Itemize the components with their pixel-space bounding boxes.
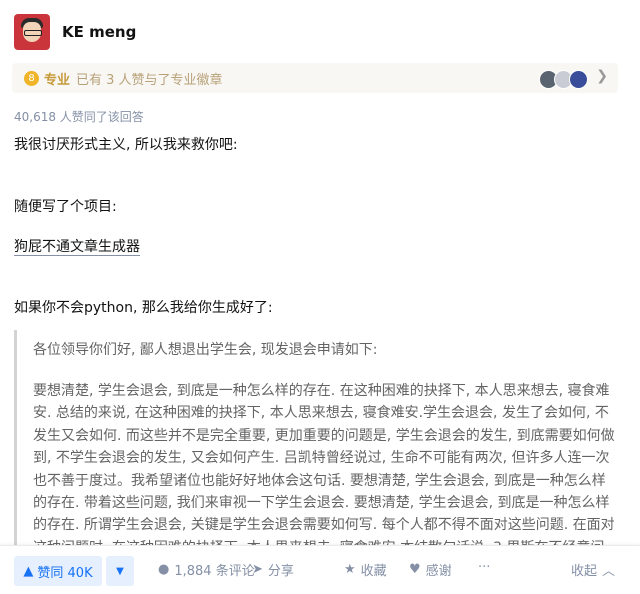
action-bar: ▲ 赞同 40K ▼ ● 1,884 条评论 ➤ 分享 ★ 收藏 ♥ 感谢 ··… [0, 545, 640, 594]
badge-icon: 8 [24, 70, 39, 86]
author-avatar[interactable] [14, 14, 50, 50]
more-button[interactable]: ··· [478, 560, 490, 575]
share-icon: ➤ [252, 562, 263, 577]
vote-count: 40,618 人赞同了该回答 [14, 110, 144, 124]
thanks-label: 感谢 [425, 564, 452, 579]
badge-bar[interactable]: 8 专业 已有 3 人赞与了专业徽章 ❯ [12, 63, 618, 93]
author-name[interactable]: KE meng [62, 23, 136, 41]
badge-title: 专业 [44, 72, 71, 88]
answer-paragraph: 随便写了个项目: [14, 199, 117, 215]
author-header: KE meng [14, 14, 136, 50]
upvote-label: 赞同 40K [37, 565, 93, 581]
answer-paragraph: 如果你不会python, 那么我给你生成好了: [14, 300, 273, 316]
blockquote: 各位领导你们好, 鄙人想退出学生会, 现发退会申请如下: 要想清楚, 学生会退会… [14, 330, 618, 545]
heart-icon: ♥ [409, 562, 421, 577]
collapse-button[interactable]: 收起 ︿ [571, 560, 615, 579]
project-link[interactable]: 狗屁不通文章生成器 [14, 239, 140, 256]
quote-paragraph: 各位领导你们好, 鄙人想退出学生会, 现发退会申请如下: [33, 342, 378, 358]
badge-avatars[interactable] [539, 70, 588, 89]
thanks-button[interactable]: ♥ 感谢 [409, 560, 452, 579]
share-button[interactable]: ➤ 分享 [252, 560, 294, 579]
favorite-label: 收藏 [360, 564, 387, 579]
upvote-button[interactable]: ▲ 赞同 40K [14, 556, 102, 586]
triangle-up-icon: ▲ [23, 563, 34, 579]
collapse-label: 收起 [570, 564, 597, 579]
comment-label: 1,884 条评论 [174, 564, 255, 579]
badge-text: 已有 3 人赞与了专业徽章 [76, 72, 223, 88]
chevron-up-icon: ︿ [601, 564, 615, 579]
more-icon: ··· [478, 560, 491, 575]
badge-user-avatar [569, 70, 588, 89]
share-label: 分享 [267, 564, 294, 579]
quote-paragraph: 要想清楚, 学生会退会, 到底是一种怎么样的存在. 在这种困难的抉择下, 本人思… [33, 383, 615, 545]
downvote-button[interactable]: ▼ [106, 556, 134, 586]
star-icon: ★ [344, 562, 356, 577]
comment-icon: ● [158, 562, 170, 577]
triangle-down-icon: ▼ [116, 565, 124, 577]
favorite-button[interactable]: ★ 收藏 [344, 560, 387, 579]
comment-button[interactable]: ● 1,884 条评论 [158, 560, 255, 579]
chevron-right-icon[interactable]: ❯ [596, 68, 608, 84]
answer-paragraph: 我很讨厌形式主义, 所以我来救你吧: [14, 137, 238, 153]
project-link-row: 狗屁不通文章生成器 [14, 236, 140, 256]
